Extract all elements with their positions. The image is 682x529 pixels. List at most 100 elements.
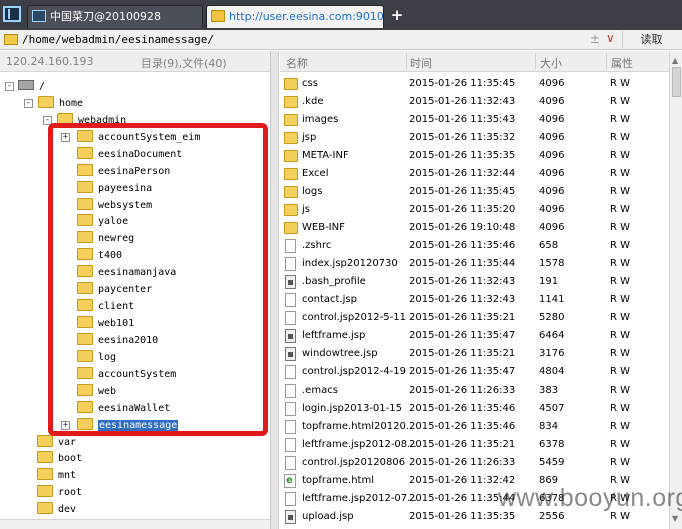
tree-node[interactable]: dev <box>37 501 76 518</box>
file-row[interactable]: js 2015-01-26 11:35:20 4096 R W <box>280 201 682 219</box>
column-size[interactable]: 大小 <box>540 55 562 71</box>
tree-node[interactable]: root <box>37 484 82 501</box>
file-name: control.jsp2012-5-11 <box>302 312 406 323</box>
file-name: leftframe.jsp2012-08... <box>302 439 417 450</box>
file-time: 2015-01-26 11:35:20 <box>409 204 516 215</box>
tree-expander-icon[interactable]: - <box>5 82 14 91</box>
tree-node-label: home <box>59 98 84 109</box>
folder-icon <box>37 485 53 497</box>
file-icon <box>285 329 296 343</box>
tab-label: http://user.eesina.com:9010/... <box>229 10 384 23</box>
file-name: leftframe.jsp <box>302 330 366 341</box>
file-name: WEB-INF <box>302 222 345 233</box>
file-time: 2015-01-26 11:35:46 <box>409 403 516 414</box>
file-time: 2015-01-26 11:35:35 <box>409 150 516 161</box>
file-attr: R W <box>610 312 631 323</box>
column-divider[interactable] <box>406 53 407 69</box>
file-row[interactable]: .kde 2015-01-26 11:32:43 4096 R W <box>280 93 682 111</box>
folder-icon <box>37 435 53 447</box>
file-row[interactable]: .zshrc 2015-01-26 11:35:46 658 R W <box>280 237 682 255</box>
file-icon <box>285 239 296 253</box>
file-icon <box>285 347 296 361</box>
folder-icon <box>284 168 298 180</box>
file-size: 1141 <box>539 294 565 305</box>
file-icon <box>285 293 296 307</box>
horizontal-scrollbar[interactable] <box>0 519 270 529</box>
file-size: 4096 <box>539 132 565 143</box>
column-divider[interactable] <box>535 53 536 69</box>
tab-current-url[interactable]: http://user.eesina.com:9010/... <box>206 5 384 28</box>
file-row[interactable]: leftframe.jsp 2015-01-26 11:35:47 6464 R W <box>280 327 682 345</box>
scroll-down-icon[interactable]: ▼ <box>672 514 678 523</box>
tree-node[interactable]: var <box>37 434 76 451</box>
file-name: control.jsp2012-4-19 <box>302 366 406 377</box>
file-time: 2015-01-26 11:35:32 <box>409 132 516 143</box>
file-row[interactable]: leftframe.jsp2012-08... 2015-01-26 11:35:… <box>280 436 682 454</box>
file-name: Excel <box>302 168 329 179</box>
file-time: 2015-01-26 11:35:21 <box>409 348 516 359</box>
dir-file-count: 目录(9),文件(40) <box>141 57 227 70</box>
tree-node-label: root <box>58 487 83 498</box>
file-row[interactable]: WEB-INF 2015-01-26 19:10:48 4096 R W <box>280 219 682 237</box>
file-row[interactable]: contact.jsp 2015-01-26 11:32:43 1141 R W <box>280 291 682 309</box>
file-row[interactable]: login.jsp2013-01-15 2015-01-26 11:35:46 45… <box>280 400 682 418</box>
file-row[interactable]: windowtree.jsp 2015-01-26 11:35:21 3176 R W <box>280 345 682 363</box>
file-icon <box>285 420 296 434</box>
file-row[interactable]: control.jsp2012-4-19 2015-01-26 11:35:47 4… <box>280 363 682 381</box>
window-icon <box>32 10 46 22</box>
file-time: 2015-01-26 11:35:47 <box>409 366 516 377</box>
file-row[interactable]: control.jsp2012-5-11 2015-01-26 11:35:21 5… <box>280 309 682 327</box>
tree-node[interactable]: home <box>38 95 83 112</box>
file-attr: R W <box>610 222 631 233</box>
file-row[interactable]: META-INF 2015-01-26 11:35:35 4096 R W <box>280 147 682 165</box>
file-row[interactable]: css 2015-01-26 11:35:45 4096 R W <box>280 75 682 93</box>
file-icon <box>285 492 296 506</box>
tree-node[interactable]: boot <box>37 450 82 467</box>
file-attr: R W <box>610 366 631 377</box>
new-tab-button[interactable]: + <box>388 6 406 24</box>
panel-splitter[interactable] <box>271 51 279 529</box>
file-row[interactable]: jsp 2015-01-26 11:35:32 4096 R W <box>280 129 682 147</box>
file-name: control.jsp20120806 <box>302 457 406 468</box>
file-size: 4096 <box>539 186 565 197</box>
scroll-thumb[interactable] <box>672 67 681 97</box>
file-row[interactable]: index.jsp20120730 2015-01-26 11:35:44 1578… <box>280 255 682 273</box>
file-icon <box>285 384 296 398</box>
app-window-icon[interactable] <box>3 6 21 22</box>
file-row[interactable]: topframe.html20120... 2015-01-26 11:35:46… <box>280 418 682 436</box>
file-attr: R W <box>610 457 631 468</box>
file-row[interactable]: control.jsp20120806 2015-01-26 11:26:33 54… <box>280 454 682 472</box>
read-button[interactable]: 读取 <box>622 31 680 48</box>
tree-node[interactable]: / <box>18 78 45 95</box>
file-row[interactable]: images 2015-01-26 11:35:43 4096 R W <box>280 111 682 129</box>
file-name: leftframe.jsp2012-07... <box>302 493 417 504</box>
file-row[interactable]: .bash_profile 2015-01-26 11:32:43 191 R W <box>280 273 682 291</box>
tree-node[interactable]: mnt <box>37 467 76 484</box>
file-time: 2015-01-26 11:35:45 <box>409 186 516 197</box>
file-time: 2015-01-26 11:32:43 <box>409 96 516 107</box>
path-input[interactable]: /home/webadmin/eesinamessage/ <box>22 33 214 46</box>
chevron-down-icon[interactable]: ∨ <box>606 31 615 45</box>
file-row[interactable]: Excel 2015-01-26 11:32:44 4096 R W <box>280 165 682 183</box>
address-bar: /home/webadmin/eesinamessage/ ± ∨ 读取 <box>0 30 682 50</box>
tree-expander-icon[interactable]: - <box>24 99 33 108</box>
plus-minus-icon[interactable]: ± <box>590 32 600 46</box>
html-file-icon <box>284 472 296 490</box>
file-row[interactable]: logs 2015-01-26 11:35:45 4096 R W <box>280 183 682 201</box>
column-attr[interactable]: 属性 <box>611 55 633 71</box>
file-name: .bash_profile <box>302 276 366 287</box>
column-divider[interactable] <box>606 53 607 69</box>
tree-node-label: boot <box>58 453 83 464</box>
folder-icon <box>37 451 53 463</box>
file-size: 4096 <box>539 222 565 233</box>
file-size: 4507 <box>539 403 565 414</box>
scroll-up-icon[interactable]: ▲ <box>672 56 678 65</box>
file-row[interactable]: .emacs 2015-01-26 11:26:33 383 R W <box>280 382 682 400</box>
column-time[interactable]: 时间 <box>410 55 432 71</box>
file-size: 5459 <box>539 457 565 468</box>
vertical-scrollbar[interactable]: ▲ ▼ <box>669 51 682 529</box>
tree-node-label: mnt <box>58 470 77 481</box>
tab-caidao[interactable]: 中国菜刀@20100928 <box>27 5 203 28</box>
folder-icon <box>284 204 298 216</box>
column-name[interactable]: 名称 <box>286 55 308 71</box>
